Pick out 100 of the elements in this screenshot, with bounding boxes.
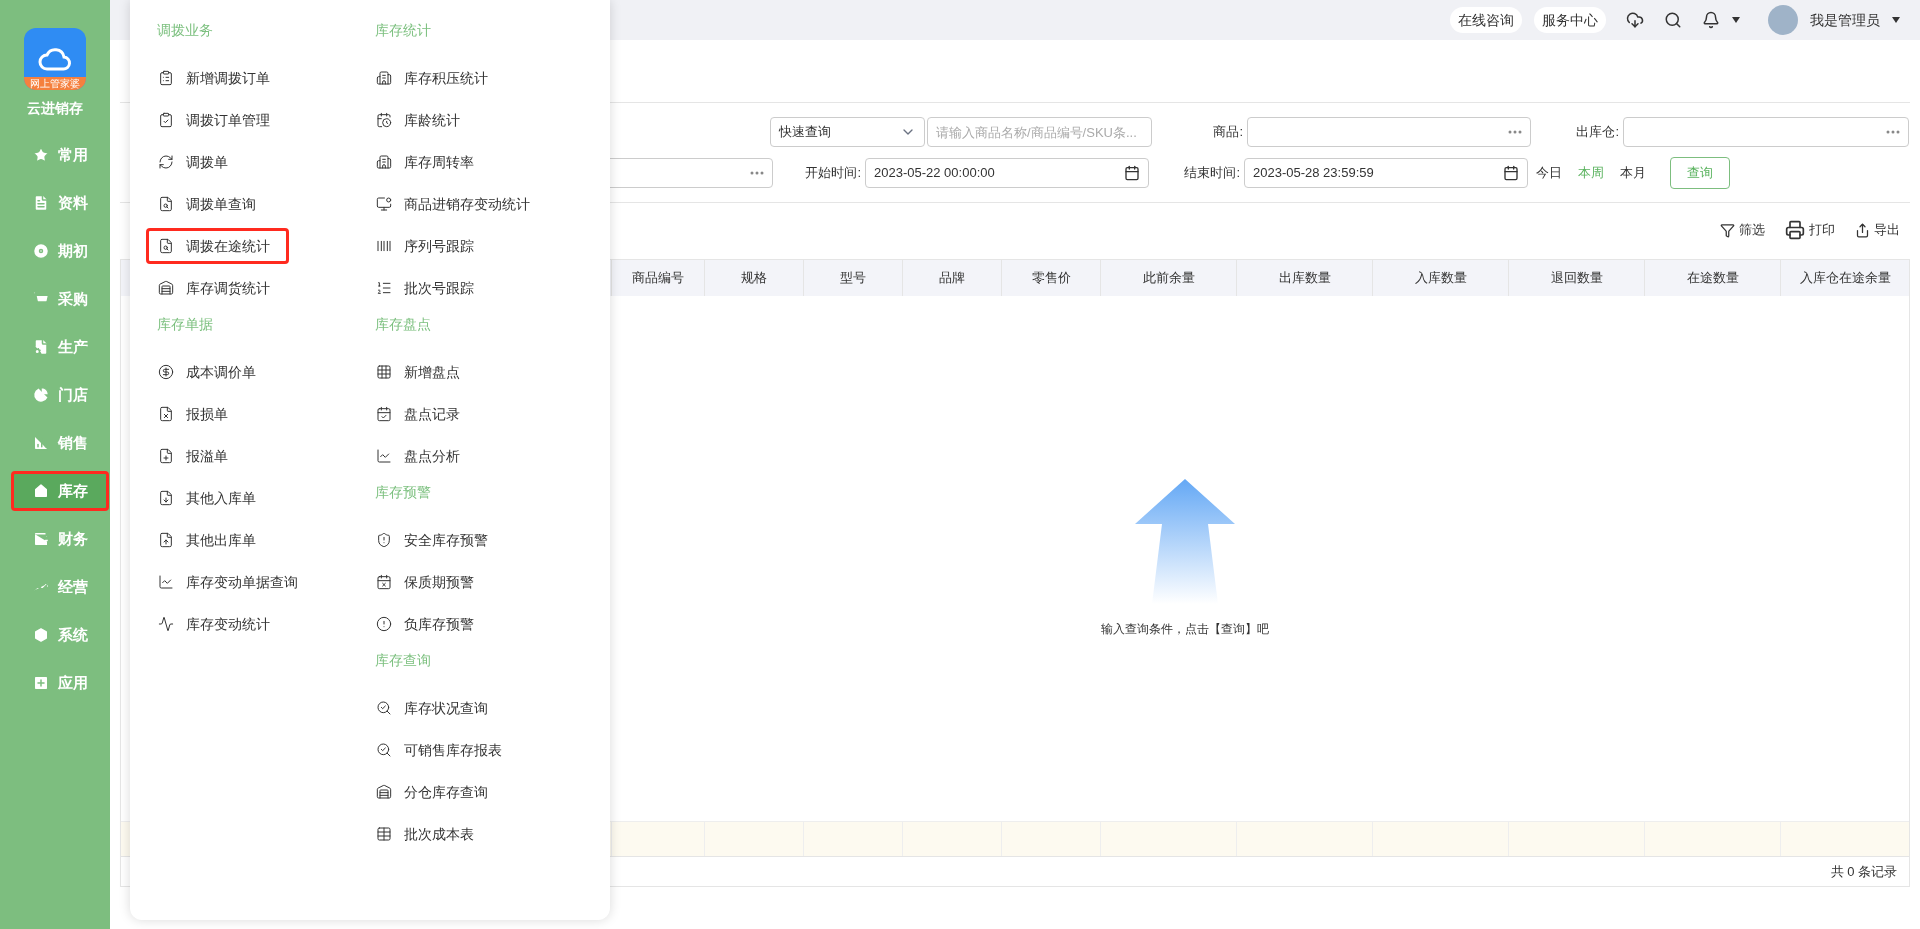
menu-item-icon xyxy=(158,154,174,170)
toolbar-icon xyxy=(1855,222,1870,238)
menu-item[interactable]: 调拨订单管理 xyxy=(146,102,289,138)
field-label: 结束时间: xyxy=(1183,164,1241,183)
menu-item[interactable]: 批次号跟踪 xyxy=(364,270,493,306)
column-header: 在途数量 xyxy=(1644,260,1780,296)
menu-item[interactable]: 负库存预警 xyxy=(364,606,493,642)
menu-item[interactable]: 库存变动单据查询 xyxy=(146,564,317,600)
warehouse-field[interactable] xyxy=(1623,117,1909,147)
menu-item-icon xyxy=(158,574,174,590)
menu-item[interactable]: 库存调货统计 xyxy=(146,270,289,306)
column-header: 出库数量 xyxy=(1236,260,1372,296)
column-header: 型号 xyxy=(803,260,902,296)
user-name[interactable]: 我是管理员 xyxy=(1810,9,1880,31)
menu-item[interactable]: 盘点记录 xyxy=(364,396,479,432)
menu-item[interactable]: 库存变动统计 xyxy=(146,606,289,642)
menu-section-title: 库存查询 xyxy=(374,651,432,670)
menu-item[interactable]: 调拨在途统计 xyxy=(146,228,289,264)
toolbar-icon xyxy=(1720,222,1735,238)
menu-item-icon xyxy=(376,700,392,716)
menu-item[interactable]: 库存状况查询 xyxy=(364,690,507,726)
menu-item[interactable]: 批次成本表 xyxy=(364,816,493,852)
header-button[interactable]: 服务中心 xyxy=(1534,7,1606,33)
column-header: 规格 xyxy=(704,260,803,296)
menu-section-title: 库存单据 xyxy=(156,315,214,334)
menu-item-icon xyxy=(158,280,174,296)
menu-item[interactable]: 调拨单查询 xyxy=(146,186,275,222)
caret-icon[interactable] xyxy=(1732,17,1740,23)
menu-item-icon xyxy=(376,448,392,464)
caret-icon[interactable] xyxy=(1892,17,1900,23)
more-icon[interactable] xyxy=(1886,130,1900,134)
menu-item-icon xyxy=(376,574,392,590)
more-icon[interactable] xyxy=(1508,130,1522,134)
menu-item[interactable]: 盘点分析 xyxy=(364,438,479,474)
cloud-box-icon xyxy=(38,47,72,73)
menu-item[interactable]: 库存周转率 xyxy=(364,144,493,180)
menu-item[interactable]: 可销售库存报表 xyxy=(364,732,521,768)
menu-item[interactable]: 新增调拨订单 xyxy=(146,60,289,96)
menu-section-title: 调拨业务 xyxy=(156,21,214,40)
avatar[interactable] xyxy=(1768,5,1798,35)
menu-item-icon xyxy=(376,784,392,800)
select-field[interactable]: 快速查询 xyxy=(770,117,925,147)
menu-item-icon xyxy=(376,280,392,296)
search-field[interactable]: 请输入商品名称/商品编号/SKU条... xyxy=(927,117,1152,147)
column-header: 退回数量 xyxy=(1508,260,1644,296)
toolbar-button[interactable]: 打印 xyxy=(1785,220,1835,240)
more-icon[interactable] xyxy=(750,171,764,175)
calendar-icon xyxy=(1124,165,1140,181)
menu-item-icon xyxy=(376,196,392,212)
menu-item-icon xyxy=(376,826,392,842)
menu-item-icon xyxy=(158,70,174,86)
field-label: 开始时间: xyxy=(804,164,862,183)
menu-item-icon xyxy=(376,364,392,380)
menu-item-icon xyxy=(158,490,174,506)
menu-item-icon xyxy=(158,364,174,380)
cloud-download-icon[interactable] xyxy=(1626,11,1644,29)
product-field[interactable] xyxy=(1247,117,1531,147)
date-range-link[interactable]: 今日 xyxy=(1536,163,1562,183)
toolbar-button[interactable]: 导出 xyxy=(1855,220,1900,240)
menu-item-icon xyxy=(376,238,392,254)
menu-item-icon xyxy=(158,448,174,464)
menu-item[interactable]: 新增盘点 xyxy=(364,354,479,390)
menu-item[interactable]: 其他入库单 xyxy=(146,480,275,516)
menu-item[interactable]: 库龄统计 xyxy=(364,102,479,138)
menu-item[interactable]: 报损单 xyxy=(146,396,247,432)
menu-item-icon xyxy=(158,238,174,254)
field-label: 商品: xyxy=(1212,123,1244,142)
menu-section-title: 库存预警 xyxy=(374,483,432,502)
header-button[interactable]: 在线咨询 xyxy=(1450,7,1522,33)
app-name: 云进销存 xyxy=(27,99,83,118)
menu-item[interactable]: 分仓库存查询 xyxy=(364,774,507,810)
end-date-field[interactable]: 2023-05-28 23:59:59 xyxy=(1244,158,1528,188)
menu-item[interactable]: 调拨单 xyxy=(146,144,247,180)
column-header: 入库数量 xyxy=(1372,260,1508,296)
menu-item-icon xyxy=(376,742,392,758)
menu-item-icon xyxy=(376,406,392,422)
field-label: 出库仓: xyxy=(1575,123,1620,142)
start-date-field[interactable]: 2023-05-22 00:00:00 xyxy=(865,158,1149,188)
column-header: 商品编号 xyxy=(611,260,704,296)
menu-item[interactable]: 报溢单 xyxy=(146,438,247,474)
column-header: 此前余量 xyxy=(1100,260,1236,296)
menu-item[interactable]: 序列号跟踪 xyxy=(364,228,493,264)
menu-item[interactable]: 库存积压统计 xyxy=(364,60,507,96)
toolbar-button[interactable]: 筛选 xyxy=(1720,220,1765,240)
bell-icon[interactable] xyxy=(1702,11,1720,29)
menu-item[interactable]: 安全库存预警 xyxy=(364,522,507,558)
menu-item[interactable]: 保质期预警 xyxy=(364,564,493,600)
menu-item-icon xyxy=(376,154,392,170)
menu-item-icon xyxy=(376,616,392,632)
menu-item[interactable]: 成本调价单 xyxy=(146,354,275,390)
search-icon[interactable] xyxy=(1664,11,1682,29)
menu-item[interactable]: 其他出库单 xyxy=(146,522,275,558)
menu-item-icon xyxy=(158,616,174,632)
column-header: 品牌 xyxy=(902,260,1001,296)
column-header: 入库仓在途余量 xyxy=(1780,260,1909,296)
menu-item-icon xyxy=(158,406,174,422)
menu-item-icon xyxy=(158,112,174,128)
menu-item[interactable]: 商品进销存变动统计 xyxy=(364,186,549,222)
date-range-link[interactable]: 本月 xyxy=(1620,163,1646,183)
menu-item-icon xyxy=(376,532,392,548)
